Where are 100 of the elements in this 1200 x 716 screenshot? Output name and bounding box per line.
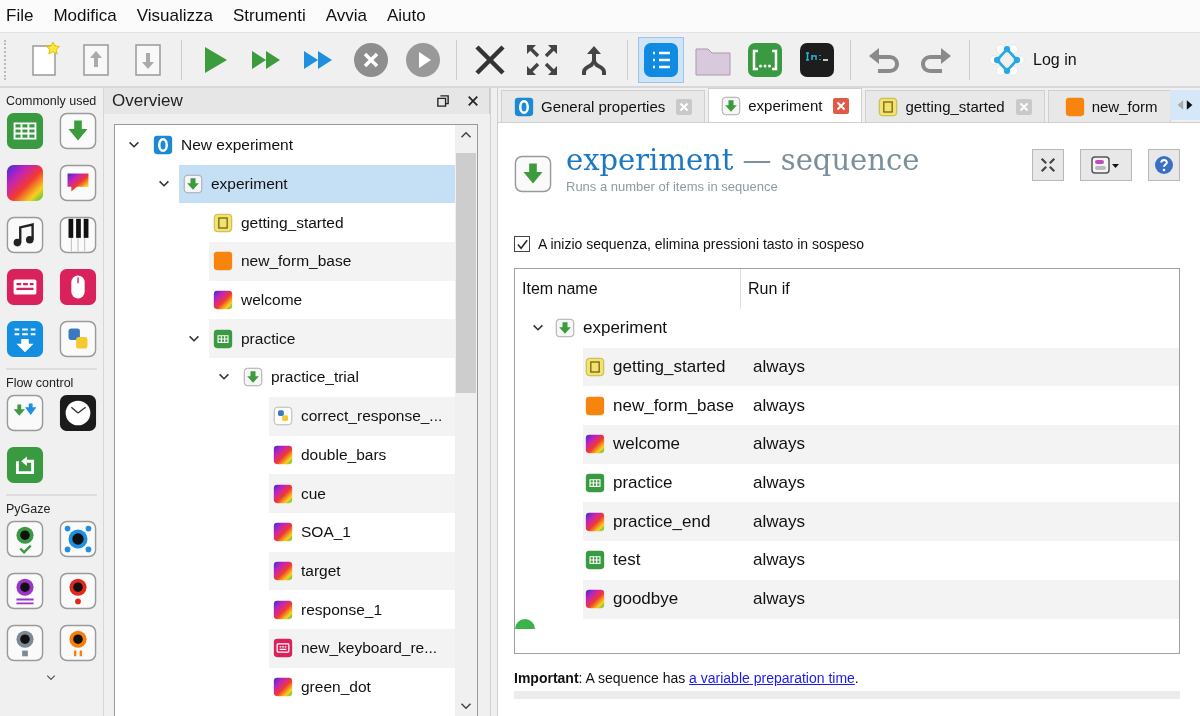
eye-pause-icon[interactable] — [59, 624, 97, 662]
table-cell: practice_end — [613, 511, 711, 532]
fullscreen-button[interactable] — [1032, 149, 1064, 181]
repeat-icon[interactable] — [6, 446, 44, 484]
tree-item[interactable]: experiment — [179, 164, 455, 204]
column-header[interactable]: Item name — [515, 269, 741, 309]
tree-item[interactable]: target — [269, 551, 455, 591]
table-row[interactable]: new_form_base always — [583, 386, 1179, 426]
tree-item[interactable]: getting_started — [209, 203, 455, 243]
preparation-time-link[interactable]: a variable preparation time — [689, 670, 855, 686]
tree-item[interactable]: cue — [269, 474, 455, 513]
gradient-icon — [273, 522, 293, 543]
tree-item[interactable]: green_dot — [269, 667, 455, 707]
mouse-icon[interactable] — [59, 268, 97, 306]
gradient-icon — [273, 676, 293, 697]
item-title: experiment — [566, 143, 734, 177]
grid-icon — [585, 473, 605, 494]
table-cell: getting_started — [613, 357, 726, 378]
eye-check-icon[interactable] — [6, 520, 44, 558]
keyboard-icon — [273, 638, 293, 659]
note-icon — [213, 212, 233, 233]
clock-icon[interactable] — [59, 394, 97, 432]
table-row[interactable]: getting_started always — [583, 347, 1179, 387]
close-icon[interactable] — [467, 95, 479, 107]
view-dropdown-button[interactable] — [1080, 149, 1132, 181]
overview-button[interactable] — [638, 36, 684, 83]
tab[interactable]: new_form — [1047, 90, 1171, 122]
tab-scroll-buttons[interactable] — [1170, 90, 1200, 120]
section-label: PyGaze — [6, 502, 52, 516]
tree-item[interactable]: double_bars — [269, 435, 455, 475]
help-button[interactable] — [1148, 149, 1180, 181]
gradient-icon — [273, 483, 293, 504]
grid-icon — [213, 328, 233, 349]
grid-icon — [585, 550, 605, 571]
menu-item[interactable]: Aiuto — [386, 6, 426, 26]
scrollbar[interactable] — [455, 125, 477, 716]
tree-item[interactable]: welcome — [209, 280, 455, 320]
table-row[interactable]: practice always — [583, 463, 1179, 503]
checkmark-icon — [515, 237, 529, 251]
keyboard-icon[interactable] — [6, 268, 44, 306]
eye-target-icon[interactable] — [59, 520, 97, 558]
checkbox[interactable]: A inizio sequenza, elimina pressioni tasto in sospeso — [514, 236, 865, 252]
table-row[interactable]: test always — [583, 541, 1179, 580]
table-cell: welcome — [613, 434, 681, 455]
table-cell-text: always — [752, 434, 805, 455]
table-row[interactable]: experiment — [553, 309, 1179, 348]
speech-bubble-icon[interactable] — [59, 164, 97, 202]
table-cell-text: always — [752, 357, 805, 378]
table-cell: goodbye — [613, 589, 679, 610]
download-icon[interactable] — [6, 320, 44, 358]
table-cell-text: always — [752, 473, 805, 494]
menu-item[interactable]: Visualizza — [136, 6, 213, 26]
section-label: Commonly used — [6, 94, 98, 108]
diamond-icon — [989, 41, 1025, 78]
gradient-icon — [273, 444, 293, 465]
tree-item[interactable]: new_form_base — [209, 242, 455, 281]
gradient-icon — [585, 589, 605, 610]
eye-stop-icon[interactable] — [6, 624, 44, 662]
piano-icon[interactable] — [59, 216, 97, 254]
table-row[interactable]: goodbye always — [583, 579, 1179, 619]
arrows-icon[interactable] — [6, 394, 44, 432]
login-button[interactable]: Log in — [980, 36, 1080, 83]
music-note-icon[interactable] — [6, 216, 44, 254]
grid-icon[interactable] — [6, 112, 44, 150]
tree-item[interactable]: response_1 — [269, 590, 455, 629]
chevron-down-icon[interactable] — [460, 702, 472, 710]
menu-item[interactable]: Strumenti — [232, 6, 306, 26]
tree-item[interactable]: new_keyboard_re... — [269, 628, 455, 668]
tree-item[interactable]: practice — [209, 319, 455, 359]
scrollbar-thumb[interactable] — [456, 153, 476, 393]
menu-item[interactable]: File — [6, 6, 34, 26]
fullscreen-icon — [1039, 156, 1057, 174]
gradient-icon[interactable] — [6, 164, 44, 202]
column-header[interactable]: Run if — [741, 269, 1179, 309]
square-icon — [1064, 96, 1085, 117]
help-icon — [1154, 155, 1174, 175]
chevron-up-icon[interactable] — [460, 131, 472, 139]
table-row[interactable]: practice_end always — [583, 502, 1179, 542]
tree-item[interactable]: New experiment — [149, 126, 455, 165]
script-icon[interactable] — [59, 320, 97, 358]
right-arrow-icon[interactable] — [1186, 99, 1194, 111]
ring-square-icon — [153, 135, 173, 156]
tab[interactable]: getting_started — [865, 90, 1045, 122]
table-row[interactable]: welcome always — [583, 425, 1179, 464]
restore-icon[interactable] — [437, 95, 449, 107]
note-icon — [585, 357, 605, 378]
gradient-icon — [585, 511, 605, 532]
menu-item[interactable]: Modifica — [53, 6, 117, 26]
tab[interactable]: experiment — [708, 88, 863, 122]
tree-item[interactable]: correct_response_... — [269, 396, 455, 436]
tree-item[interactable]: SOA_1 — [269, 512, 455, 552]
square-icon — [585, 395, 605, 416]
menu-item[interactable]: Avvia — [325, 6, 367, 26]
tab[interactable]: General properties — [501, 90, 706, 122]
tree-item[interactable]: practice_trial — [239, 358, 455, 397]
table-cell-text: always — [752, 589, 805, 610]
eye-lines-icon[interactable] — [6, 572, 44, 610]
ring-square-icon — [514, 96, 534, 117]
note-icon — [878, 96, 899, 117]
toggle-icon — [1091, 155, 1121, 175]
